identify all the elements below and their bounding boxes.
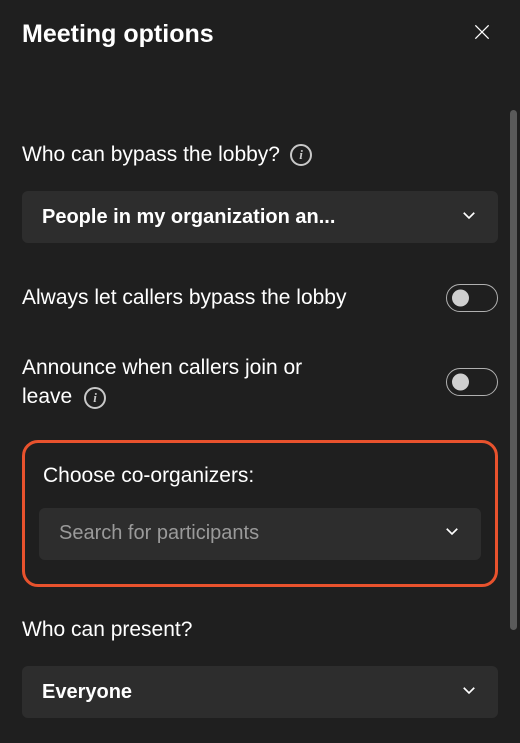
panel-content: Who can bypass the lobby? i People in my… <box>0 140 520 718</box>
panel-header: Meeting options <box>0 0 520 80</box>
chevron-down-icon <box>460 206 478 229</box>
option-label: Who can present? <box>22 618 192 641</box>
callers-bypass-toggle[interactable] <box>446 284 498 312</box>
chevron-down-icon <box>443 522 461 545</box>
option-present: Who can present? Everyone <box>22 615 498 718</box>
scrollbar-thumb[interactable] <box>510 110 517 630</box>
option-label-row: Who can bypass the lobby? i <box>22 140 498 169</box>
info-icon[interactable]: i <box>290 144 312 166</box>
toggle-knob <box>452 290 469 307</box>
select-placeholder: Search for participants <box>59 522 259 545</box>
option-label: Choose co-organizers: <box>39 464 254 487</box>
close-icon <box>472 22 492 47</box>
option-label: Who can bypass the lobby? <box>22 140 280 169</box>
info-icon[interactable]: i <box>84 387 106 409</box>
chevron-down-icon <box>460 681 478 704</box>
toggle-knob <box>452 374 469 391</box>
select-value: People in my organization an... <box>42 206 335 229</box>
option-label: Always let callers bypass the lobby <box>22 283 347 312</box>
announce-label-text: Announce when callers join or leave <box>22 356 302 408</box>
option-bypass-lobby: Who can bypass the lobby? i People in my… <box>22 140 498 243</box>
option-label: Announce when callers join or leave i <box>22 353 352 412</box>
select-value: Everyone <box>42 681 132 704</box>
co-organizers-highlight: Choose co-organizers: Search for partici… <box>22 440 498 587</box>
option-callers-bypass: Always let callers bypass the lobby <box>22 283 498 312</box>
panel-title: Meeting options <box>22 20 214 49</box>
close-button[interactable] <box>466 18 498 50</box>
bypass-lobby-select[interactable]: People in my organization an... <box>22 191 498 243</box>
announce-toggle[interactable] <box>446 368 498 396</box>
meeting-options-panel: Meeting options Who can bypass the lobby… <box>0 0 520 743</box>
co-organizers-select[interactable]: Search for participants <box>39 508 481 560</box>
present-select[interactable]: Everyone <box>22 666 498 718</box>
option-announce: Announce when callers join or leave i <box>22 353 498 412</box>
